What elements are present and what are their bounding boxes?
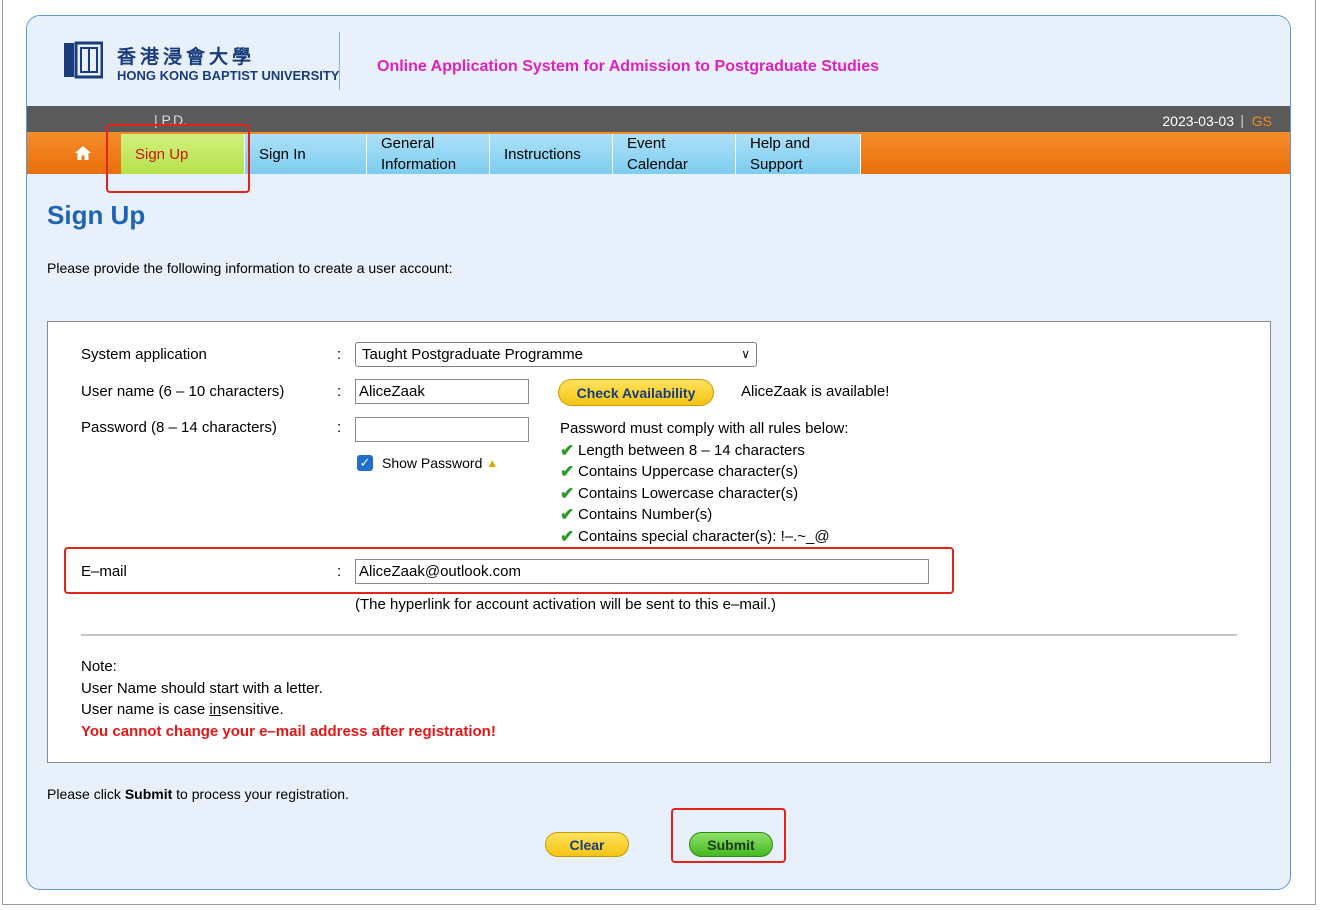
tab-help-and-support[interactable]: Help and Support [736, 134, 861, 174]
email-warning: You cannot change your e–mail address af… [81, 722, 496, 740]
username-label: User name (6 – 10 characters) [81, 383, 285, 400]
system-title: Online Application System for Admission … [377, 58, 879, 75]
tab-general-information[interactable]: General Information [367, 134, 490, 174]
note-line-2: User name is case insensitive. [81, 701, 284, 718]
header-divider [339, 32, 340, 90]
highlight-sign-up-tab [106, 124, 250, 193]
password-rules: Password must comply with all rules belo… [560, 418, 848, 547]
tab-sign-in[interactable]: Sign In [245, 134, 367, 174]
password-rule: ✔ Contains Lowercase character(s) [560, 483, 799, 503]
password-rules-heading: Password must comply with all rules belo… [560, 420, 849, 437]
notes-section: Note: User Name should start with a lett… [81, 656, 496, 742]
colon: : [337, 383, 342, 400]
site-header: 香港浸會大學 HONG KONG BAPTIST UNIVERSITY Onli… [27, 16, 1290, 106]
university-name-english: HONG KONG BAPTIST UNIVERSITY [117, 68, 340, 83]
checkmark-icon: ✔ [560, 483, 575, 503]
email-hint: (The hyperlink for account activation wi… [355, 596, 777, 613]
tab-instructions[interactable]: Instructions [490, 134, 613, 174]
password-rule: ✔ Contains special character(s): !–.~_@ [560, 526, 830, 546]
chevron-down-icon: ∨ [741, 347, 750, 361]
checkmark-icon: ✔ [560, 440, 575, 460]
submit-instruction: Please click Submit to process your regi… [47, 786, 349, 802]
form-divider [81, 634, 1237, 636]
university-logo-icon [64, 41, 103, 79]
username-availability-status: AliceZaak is available! [741, 383, 890, 400]
username-input[interactable]: AliceZaak [355, 379, 529, 404]
password-input[interactable] [355, 417, 529, 442]
checkmark-icon: ✔ [560, 462, 575, 481]
intro-text: Please provide the following information… [47, 260, 453, 276]
highlight-email-row [64, 547, 954, 594]
checkmark-icon: ✔ [560, 526, 575, 546]
check-availability-button[interactable]: Check Availability [558, 379, 714, 406]
password-rule: ✔ Contains Number(s) [560, 505, 713, 524]
notes-heading: Note: [81, 658, 117, 675]
checkmark-icon: ✔ [560, 505, 575, 524]
show-password-label: Show Password [382, 455, 483, 471]
status-separator: | [1240, 112, 1244, 128]
colon: : [337, 346, 342, 363]
password-rule: ✔ Length between 8 – 14 characters [560, 440, 805, 460]
show-password-checkbox[interactable]: ✓ [357, 455, 373, 471]
colon: : [337, 419, 342, 436]
home-icon [75, 146, 91, 160]
current-date: 2023-03-03 [1162, 113, 1234, 129]
user-code-link[interactable]: GS [1252, 113, 1272, 129]
warning-icon: ▲ [486, 456, 499, 470]
system-application-label: System application [81, 346, 207, 363]
highlight-submit-button [671, 808, 786, 863]
tab-event-calendar[interactable]: Event Calendar [613, 134, 736, 174]
password-label: Password (8 – 14 characters) [81, 419, 277, 436]
sign-up-form: System application : Taught Postgraduate… [47, 321, 1271, 763]
clear-button[interactable]: Clear [545, 832, 629, 857]
password-rule: ✔ Contains Uppercase character(s) [560, 462, 799, 481]
show-password-toggle[interactable]: ✓ Show Password ▲ [357, 455, 498, 471]
system-application-select[interactable]: Taught Postgraduate Programme ∨ [355, 342, 757, 367]
system-application-value: Taught Postgraduate Programme [362, 346, 583, 363]
page-title: Sign Up [47, 200, 146, 230]
note-line-1: User Name should start with a letter. [81, 679, 323, 697]
university-name-chinese: 香港浸會大學 [117, 46, 256, 68]
